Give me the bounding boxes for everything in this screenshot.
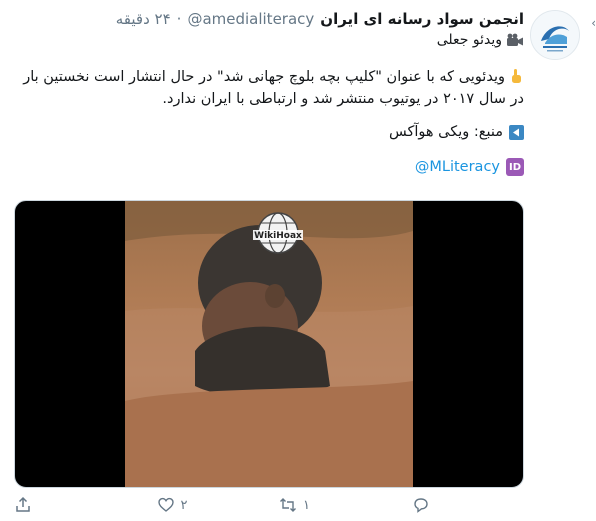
handle[interactable]: @amedialiteracy xyxy=(187,8,314,30)
avatar[interactable] xyxy=(530,10,580,60)
like-button[interactable]: ۲ xyxy=(157,496,270,514)
subtitle-text: ویدئو جعلی xyxy=(436,32,502,48)
mention-line: ID @MLiteracy xyxy=(14,158,524,176)
tweet-body: ویدئویی که با عنوان "کلیپ بچه بلوچ جهانی… xyxy=(14,66,524,110)
share-button[interactable] xyxy=(14,496,127,514)
watermark-text: WikiHoax xyxy=(254,231,302,241)
like-count: ۲ xyxy=(180,497,188,513)
chevron-icon[interactable]: › xyxy=(586,16,596,30)
separator: · xyxy=(176,10,182,28)
heart-icon xyxy=(157,497,174,512)
action-bar: ۲ ۱ xyxy=(14,496,524,514)
movie-camera-icon xyxy=(507,33,523,46)
media-literacy-logo-icon xyxy=(531,11,579,59)
video-thumbnail: WikiHoax xyxy=(125,201,413,487)
reply-icon xyxy=(413,498,428,513)
video-player[interactable]: WikiHoax xyxy=(14,200,524,488)
share-icon xyxy=(16,496,30,512)
display-name[interactable]: انجمن سواد رسانه ای ایران xyxy=(320,8,524,30)
retweet-count: ۱ xyxy=(303,497,310,513)
timestamp[interactable]: ۲۴ دقیقه xyxy=(116,8,171,30)
tweet-header: انجمن سواد رسانه ای ایران @amedialiterac… xyxy=(14,8,524,30)
globe-icon: WikiHoax xyxy=(253,212,303,254)
tweet-subtitle: ویدئو جعلی xyxy=(14,32,524,48)
id-badge-icon: ID xyxy=(506,158,524,176)
retweet-button[interactable]: ۱ xyxy=(279,496,392,514)
source-text: منبع: ویکی هوآکس xyxy=(388,124,503,140)
tweet-body-text: ویدئویی که با عنوان "کلیپ بچه بلوچ جهانی… xyxy=(23,69,524,107)
source-line: منبع: ویکی هوآکس xyxy=(14,124,524,140)
reply-button[interactable] xyxy=(412,496,525,514)
mention-link[interactable]: @MLiteracy xyxy=(415,159,500,175)
watermark-logo: WikiHoax xyxy=(243,201,313,275)
blue-arrow-icon xyxy=(509,124,524,140)
pointing-finger-icon xyxy=(512,69,521,83)
retweet-icon xyxy=(280,498,296,512)
tweet-content: انجمن سواد رسانه ای ایران @amedialiterac… xyxy=(14,8,524,176)
tweet[interactable]: › انجمن سواد رسانه ای ایران @amedialiter… xyxy=(0,0,596,521)
